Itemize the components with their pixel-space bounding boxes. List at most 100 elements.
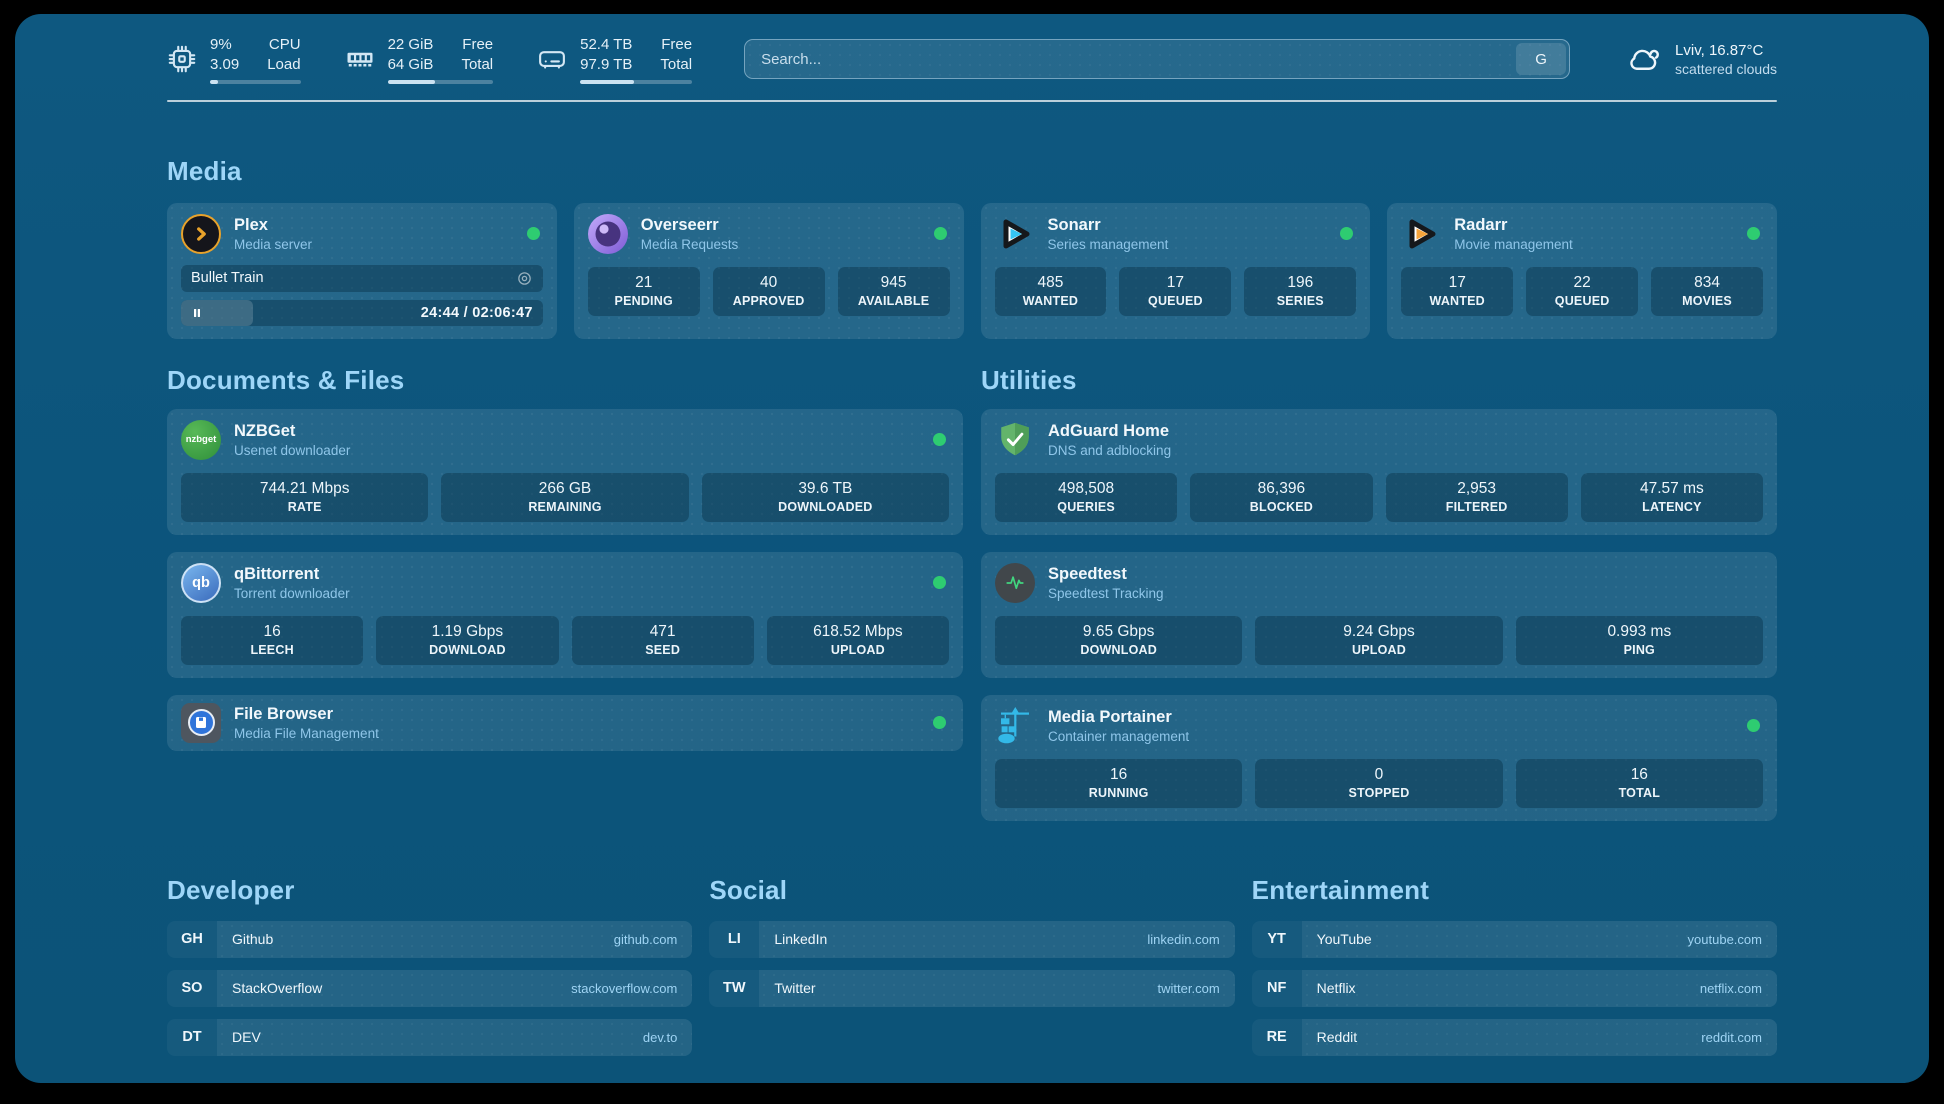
stat-movies: 834MOVIES	[1651, 267, 1763, 316]
stat-latency: 47.57 msLATENCY	[1581, 473, 1763, 522]
stat-total: 16TOTAL	[1516, 759, 1763, 808]
dashboard-root: 9% 3.09 CPU Load	[15, 14, 1929, 1083]
stat-upload: 618.52 MbpsUPLOAD	[767, 616, 949, 665]
cpu-usage-value: 9%	[210, 35, 239, 55]
top-bar: 9% 3.09 CPU Load	[167, 35, 1777, 84]
bookmark-youtube[interactable]: YT YouTube youtube.com	[1252, 921, 1777, 958]
stat-downloaded: 39.6 TBDOWNLOADED	[702, 473, 949, 522]
portainer-icon	[995, 706, 1035, 746]
disk-free-label: Free	[661, 35, 692, 55]
service-name: Radarr	[1454, 216, 1726, 235]
memory-widget: 22 GiB 64 GiB Free Total	[345, 35, 494, 84]
stat-seed: 471SEED	[572, 616, 754, 665]
memory-free-value: 22 GiB	[388, 35, 434, 55]
cpu-load-value: 3.09	[210, 55, 239, 75]
topbar-divider	[167, 100, 1777, 102]
cpu-widget: 9% 3.09 CPU Load	[167, 35, 301, 84]
weather-summary: Lviv, 16.87°C	[1675, 42, 1777, 59]
memory-total-value: 64 GiB	[388, 55, 434, 75]
radarr-icon	[1401, 214, 1441, 254]
stat-ping: 0.993 msPING	[1516, 616, 1763, 665]
service-name: AdGuard Home	[1048, 422, 1763, 441]
bookmark-github[interactable]: GH Github github.com	[167, 921, 692, 958]
service-card-radarr[interactable]: Radarr Movie management 17WANTED 22QUEUE…	[1387, 203, 1777, 339]
stat-upload: 9.24 GbpsUPLOAD	[1255, 616, 1502, 665]
service-name: Sonarr	[1048, 216, 1320, 235]
cloud-icon	[1626, 41, 1662, 77]
stat-download: 1.19 GbpsDOWNLOAD	[376, 616, 558, 665]
section-title-media: Media	[167, 156, 1777, 187]
status-dot-online	[1747, 719, 1760, 732]
qbittorrent-icon: qb	[181, 563, 221, 603]
service-card-portainer[interactable]: Media Portainer Container management 16R…	[981, 695, 1777, 821]
service-card-filebrowser[interactable]: File Browser Media File Management	[167, 695, 963, 751]
utilities-column: Utilities AdGuard Home	[981, 365, 1777, 821]
stat-available: 945AVAILABLE	[838, 267, 950, 316]
service-name: NZBGet	[234, 422, 912, 441]
service-name: Media Portainer	[1048, 708, 1726, 727]
service-description: Usenet downloader	[234, 443, 912, 458]
media-card-row: Plex Media server Bullet Train	[167, 203, 1777, 339]
stat-queued: 17QUEUED	[1119, 267, 1231, 316]
memory-progress-bar	[388, 80, 494, 84]
service-name: File Browser	[234, 705, 912, 724]
search-engine-button[interactable]: G	[1516, 43, 1566, 75]
stat-wanted: 485WANTED	[995, 267, 1107, 316]
disk-widget: 52.4 TB 97.9 TB Free Total	[537, 35, 692, 84]
service-card-speedtest[interactable]: Speedtest Speedtest Tracking 9.65 GbpsDO…	[981, 552, 1777, 678]
service-description: Movie management	[1454, 237, 1726, 252]
status-dot-online	[933, 576, 946, 589]
status-dot-online	[934, 227, 947, 240]
service-card-sonarr[interactable]: Sonarr Series management 485WANTED 17QUE…	[981, 203, 1371, 339]
bookmark-linkedin[interactable]: LI LinkedIn linkedin.com	[709, 921, 1234, 958]
service-description: Speedtest Tracking	[1048, 586, 1763, 601]
disk-free-value: 52.4 TB	[580, 35, 632, 55]
cpu-progress-bar	[210, 80, 301, 84]
plex-icon	[181, 214, 221, 254]
camera-lens-icon	[516, 270, 533, 287]
bookmark-stackoverflow[interactable]: SO StackOverflow stackoverflow.com	[167, 970, 692, 1007]
section-title-utilities: Utilities	[981, 365, 1777, 396]
stat-wanted: 17WANTED	[1401, 267, 1513, 316]
cpu-usage-label: CPU	[269, 35, 301, 55]
stat-queued: 22QUEUED	[1526, 267, 1638, 316]
resource-widgets: 9% 3.09 CPU Load	[167, 35, 692, 84]
service-card-adguard[interactable]: AdGuard Home DNS and adblocking 498,508Q…	[981, 409, 1777, 535]
stat-leech: 16LEECH	[181, 616, 363, 665]
section-title-entertainment: Entertainment	[1252, 875, 1777, 906]
bookmark-dev[interactable]: DT DEV dev.to	[167, 1019, 692, 1056]
status-dot-online	[1340, 227, 1353, 240]
service-card-nzbget[interactable]: nzbget NZBGet Usenet downloader 744.21 M…	[167, 409, 963, 535]
section-title-documents: Documents & Files	[167, 365, 963, 396]
section-title-developer: Developer	[167, 875, 692, 906]
stat-pending: 21PENDING	[588, 267, 700, 316]
service-description: Media Requests	[641, 237, 913, 252]
bookmark-twitter[interactable]: TW Twitter twitter.com	[709, 970, 1234, 1007]
disk-icon	[537, 44, 567, 74]
status-dot-online	[527, 227, 540, 240]
status-dot-online	[933, 716, 946, 729]
service-card-qbittorrent[interactable]: qb qBittorrent Torrent downloader 16LEEC…	[167, 552, 963, 678]
service-description: Torrent downloader	[234, 586, 912, 601]
sonarr-icon	[995, 214, 1035, 254]
bookmark-netflix[interactable]: NF Netflix netflix.com	[1252, 970, 1777, 1007]
disk-total-label: Total	[660, 55, 692, 75]
service-name: Overseerr	[641, 216, 913, 235]
service-description: Container management	[1048, 729, 1726, 744]
documents-column: Documents & Files nzbget NZBGet Usenet d…	[167, 365, 963, 821]
stat-download: 9.65 GbpsDOWNLOAD	[995, 616, 1242, 665]
bookmark-reddit[interactable]: RE Reddit reddit.com	[1252, 1019, 1777, 1056]
stat-queries: 498,508QUERIES	[995, 473, 1177, 522]
playback-progress-bar: 24:44 / 02:06:47	[181, 300, 543, 326]
stat-rate: 744.21 MbpsRATE	[181, 473, 428, 522]
service-name: Plex	[234, 216, 506, 235]
disk-total-value: 97.9 TB	[580, 55, 632, 75]
search-input[interactable]	[745, 51, 1516, 68]
service-description: Media server	[234, 237, 506, 252]
service-card-overseerr[interactable]: Overseerr Media Requests 21PENDING 40APP…	[574, 203, 964, 339]
service-card-plex[interactable]: Plex Media server Bullet Train	[167, 203, 557, 339]
bookmark-group-social: Social LI LinkedIn linkedin.com TW Twitt…	[709, 875, 1234, 1007]
stat-blocked: 86,396BLOCKED	[1190, 473, 1372, 522]
status-dot-online	[933, 433, 946, 446]
service-description: Media File Management	[234, 726, 912, 741]
